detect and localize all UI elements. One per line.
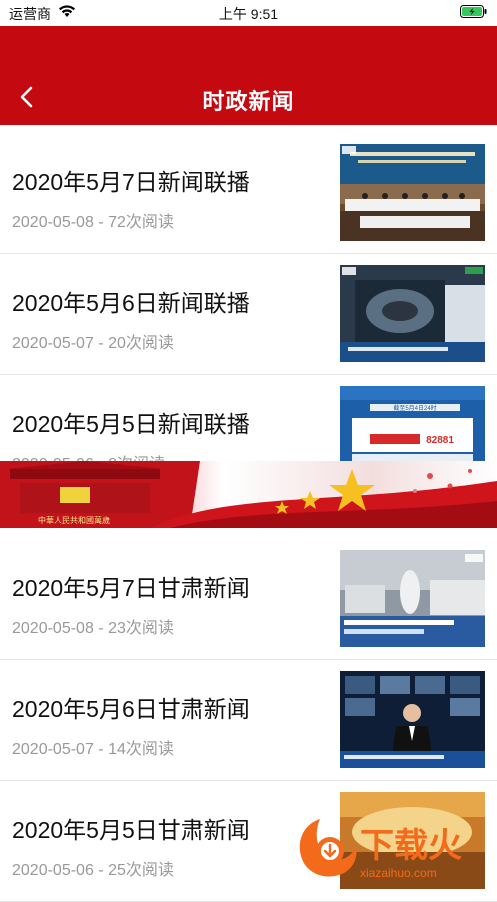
news-title: 2020年5月5日新闻联播 (12, 405, 250, 439)
news-thumbnail (340, 671, 485, 768)
watermark-logo: 下载火 xiazaihuo.com (292, 811, 497, 883)
news-thumbnail (340, 265, 485, 362)
news-thumbnail (340, 144, 485, 241)
news-meta: 2020-05-07 - 14次阅读 (12, 735, 174, 759)
watermark-url: xiazaihuo.com (360, 866, 437, 880)
status-time: 上午 9:51 (0, 4, 497, 24)
news-title: 2020年5月5日甘肃新闻 (12, 811, 250, 845)
news-list-item[interactable]: 2020年5月6日新闻联播 2020-05-07 - 20次阅读 (0, 254, 497, 375)
news-title: 2020年5月7日甘肃新闻 (12, 569, 250, 603)
news-title: 2020年5月6日甘肃新闻 (12, 690, 250, 724)
news-meta: 2020-05-08 - 72次阅读 (12, 208, 174, 232)
news-list-item[interactable]: 2020年5月7日甘肃新闻 2020-05-08 - 23次阅读 (0, 539, 497, 660)
news-meta: 2020-05-06 - 25次阅读 (12, 856, 174, 880)
news-meta: 2020-05-08 - 23次阅读 (12, 614, 174, 638)
banner-gate-text: 中華人民共和國萬歲 (38, 515, 110, 525)
thumb-date-text: 截至5月4日24时 (393, 404, 436, 412)
news-title: 2020年5月6日新闻联播 (12, 284, 250, 318)
news-list-item[interactable]: 2020年5月6日甘肃新闻 2020-05-07 - 14次阅读 (0, 660, 497, 781)
watermark-text: 下载火 (360, 826, 462, 866)
battery-icon (460, 5, 487, 18)
news-title: 2020年5月7日新闻联播 (12, 163, 250, 197)
promo-banner[interactable]: 中華人民共和國萬歲 (0, 461, 497, 528)
news-meta: 2020-05-07 - 20次阅读 (12, 329, 174, 353)
thumb-count-text: 82881 (426, 435, 454, 446)
navigation-bar: 时政新闻 (0, 26, 497, 125)
page-title: 时政新闻 (0, 84, 497, 116)
news-list-item[interactable]: 2020年5月7日新闻联播 2020-05-08 - 72次阅读 (0, 133, 497, 254)
status-bar: 运营商 上午 9:51 (0, 0, 497, 26)
news-thumbnail (340, 550, 485, 647)
